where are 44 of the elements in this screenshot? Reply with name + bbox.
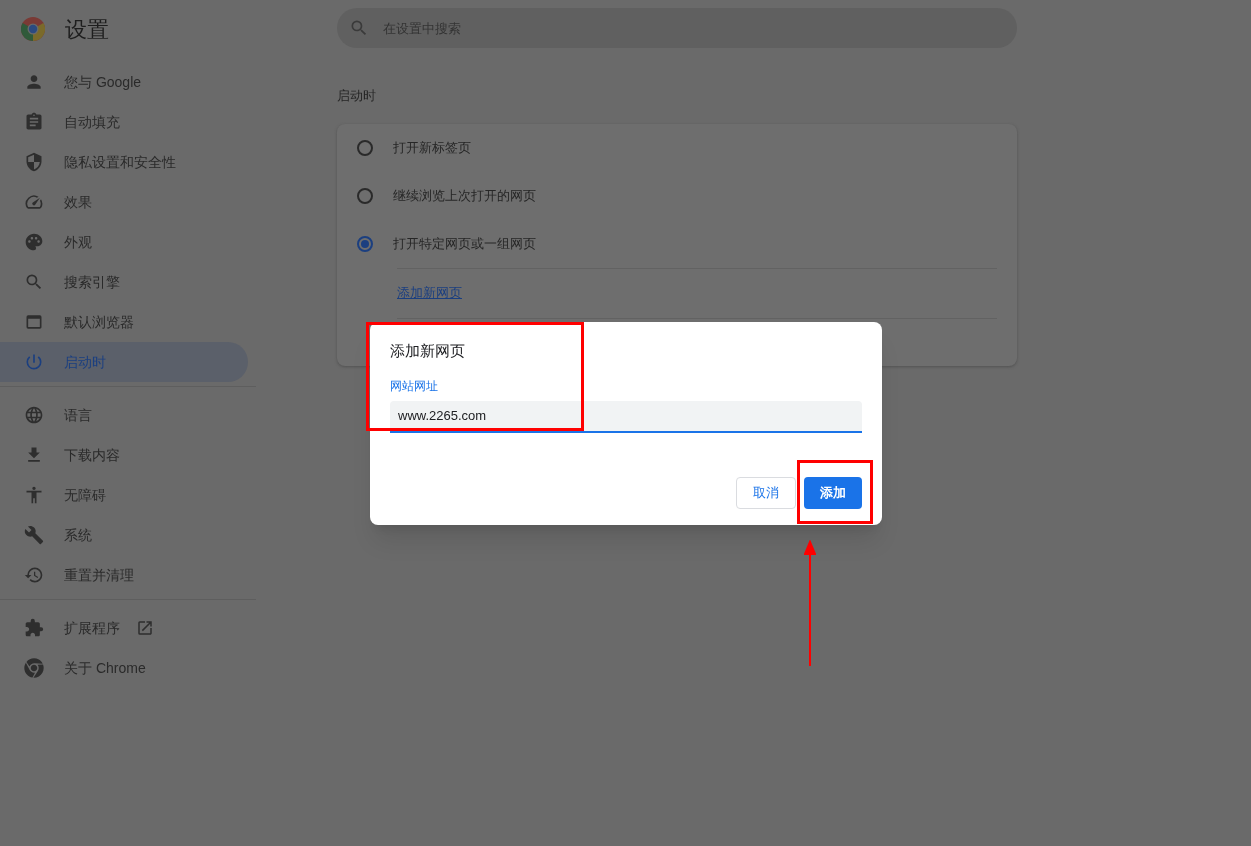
sidebar-item[interactable]: 启动时 — [0, 342, 248, 382]
external-link-icon — [136, 619, 154, 637]
radio-button[interactable] — [357, 187, 373, 204]
radio-button[interactable] — [357, 235, 373, 252]
chrome-logo-icon — [21, 17, 45, 41]
sidebar-item[interactable]: 关于 Chrome — [0, 648, 248, 688]
sidebar-item[interactable]: 默认浏览器 — [0, 302, 248, 342]
radio-button[interactable] — [357, 139, 373, 156]
section-heading: 启动时 — [337, 87, 377, 105]
history-icon — [24, 565, 44, 585]
sidebar-item[interactable]: 自动填充 — [0, 102, 248, 142]
field-label: 网站网址 — [390, 377, 439, 395]
globe-icon — [24, 405, 44, 425]
dialog-title: 添加新网页 — [390, 341, 466, 361]
page-title: 设置 — [65, 15, 109, 44]
sidebar-item[interactable]: 重置并清理 — [0, 555, 248, 595]
palette-icon — [24, 232, 44, 252]
radio-option[interactable]: 继续浏览上次打开的网页 — [357, 171, 997, 220]
shield-icon — [24, 152, 44, 172]
radio-option[interactable]: 打开新标签页 — [357, 123, 997, 172]
sidebar-item[interactable]: 效果 — [0, 182, 248, 222]
power-icon — [24, 352, 44, 372]
accessibility-icon — [24, 485, 44, 505]
add-button[interactable]: 添加 — [804, 477, 862, 509]
sidebar-item[interactable]: 隐私设置和安全性 — [0, 142, 248, 182]
sidebar-item[interactable]: 搜索引擎 — [0, 262, 248, 302]
sidebar-item[interactable]: 外观 — [0, 222, 248, 262]
wrench-icon — [24, 525, 44, 545]
sidebar-item[interactable]: 您与 Google — [0, 62, 248, 102]
browser-window-icon — [24, 312, 44, 332]
gauge-icon — [24, 192, 44, 212]
sidebar-item[interactable]: 无障碍 — [0, 475, 248, 515]
clipboard-icon — [24, 112, 44, 132]
add-page-link[interactable]: 添加新网页 — [397, 283, 462, 303]
puzzle-icon — [24, 618, 44, 638]
sidebar-item[interactable]: 语言 — [0, 395, 248, 435]
url-input-field[interactable]: www.2265.com — [390, 400, 862, 433]
search-icon — [24, 272, 44, 292]
cancel-button[interactable]: 取消 — [736, 477, 796, 509]
search-icon — [349, 18, 369, 38]
sidebar-item[interactable]: 系统 — [0, 515, 248, 555]
sidebar-item[interactable]: 扩展程序 — [0, 608, 248, 648]
sidebar-item[interactable]: 下载内容 — [0, 435, 248, 475]
chrome-icon — [24, 658, 44, 678]
